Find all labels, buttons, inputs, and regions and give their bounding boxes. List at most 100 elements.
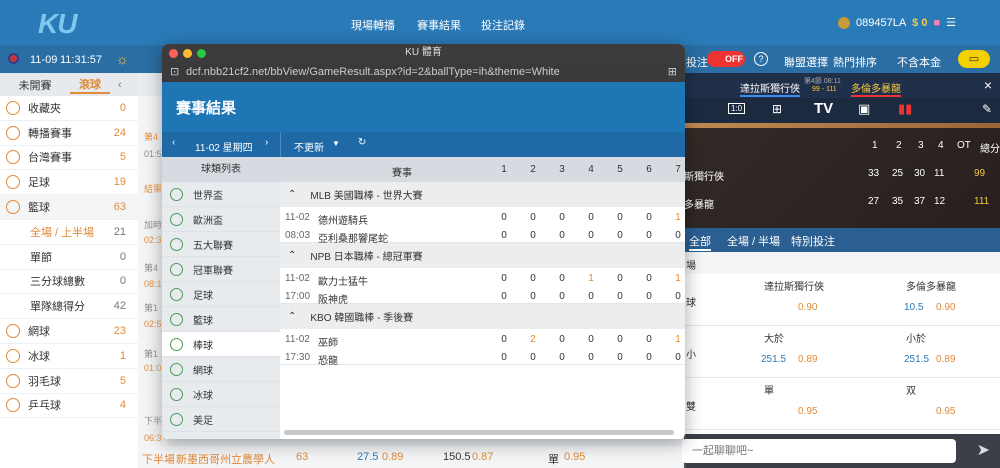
bottom-odd[interactable]: 150.5 — [443, 451, 471, 463]
sidebar-subitem-label: 單隊總得分 — [30, 301, 85, 314]
market-right-odds[interactable]: 0.89 — [936, 354, 955, 365]
market-right-odds[interactable]: 0.90 — [936, 302, 955, 313]
close-icon[interactable]: × — [984, 77, 992, 93]
tab-special[interactable]: 特別投注 — [791, 233, 835, 249]
cart-icon[interactable]: ▭ — [958, 50, 990, 68]
category-item[interactable]: 美足 — [162, 407, 280, 432]
court-icon[interactable]: ⊞ — [772, 102, 782, 116]
bottom-odd[interactable]: 單 — [548, 451, 559, 467]
sidebar-item[interactable]: 羽毛球 5 — [0, 369, 138, 394]
category-item[interactable]: 冰球 — [162, 382, 280, 407]
market-left-line[interactable]: 251.5 — [761, 354, 786, 365]
market-left-odds[interactable]: 0.89 — [798, 354, 817, 365]
category-header: 球類列表 — [162, 157, 280, 182]
account-id: 089457LA — [856, 16, 907, 29]
url-text[interactable]: dcf.nbb21cf2.net/bbView/GameResult.aspx?… — [186, 62, 560, 82]
bottom-odd[interactable]: 0.95 — [564, 451, 585, 463]
category-item[interactable]: 足球 — [162, 282, 280, 307]
pin-icon[interactable]: ✎ — [982, 102, 992, 116]
collapse-icon[interactable]: ⌃ — [288, 311, 296, 322]
refresh-select[interactable]: 不更新 — [294, 139, 324, 154]
ku-logo[interactable]: KU — [38, 8, 77, 40]
odds-toggle[interactable]: OFF — [707, 51, 745, 67]
nav-live[interactable]: 現場轉播 — [351, 17, 395, 33]
settings-icon[interactable]: ☰ — [946, 16, 956, 29]
category-item[interactable]: 籃球 — [162, 307, 280, 332]
sidebar-item-label: 籃球 — [28, 202, 50, 215]
tab-upcoming[interactable]: 未開賽 — [0, 77, 70, 93]
category-item[interactable]: 世界盃 — [162, 182, 280, 207]
sidebar-subitem[interactable]: 單節 0 — [0, 245, 138, 270]
horizontal-scrollbar[interactable] — [284, 430, 674, 435]
video-icon[interactable]: ▣ — [858, 101, 870, 117]
sidebar-item-count: 1 — [119, 349, 126, 362]
category-item[interactable]: 歐洲盃 — [162, 207, 280, 232]
sidebar-subitem[interactable]: 單隊總得分 42 — [0, 294, 138, 320]
market-right-odds[interactable]: 0.95 — [936, 406, 955, 417]
window-header: 賽事結果 — [162, 82, 685, 132]
sidebar-item[interactable]: 足球 19 — [0, 170, 138, 196]
nav-bet-records[interactable]: 投注記錄 — [481, 17, 525, 33]
partial-text: 第1 — [144, 349, 159, 359]
league-row[interactable]: ⌃ KBO 韓國職棒 - 季後賽 — [280, 304, 685, 329]
sidebar-item[interactable]: 台灣賽事 5 — [0, 146, 138, 171]
sidebar-subitem[interactable]: 全場 / 上半場 21 — [0, 220, 138, 245]
url-bar[interactable]: ⊡ dcf.nbb21cf2.net/bbView/GameResult.asp… — [162, 62, 685, 82]
next-date-icon[interactable]: › — [265, 137, 268, 148]
sidebar-subitem-label: 單節 — [30, 251, 52, 264]
stats-icon[interactable]: ▮▮ — [898, 101, 912, 117]
sidebar-item[interactable]: 收藏夾 0 — [0, 96, 138, 121]
category-item[interactable]: 網球 — [162, 357, 280, 382]
minimize-dot-icon[interactable] — [183, 49, 192, 58]
collapse-icon[interactable]: ⌃ — [288, 189, 296, 200]
send-icon[interactable]: ➤ — [977, 440, 990, 460]
nav-results[interactable]: 賽事結果 — [417, 17, 461, 33]
category-item[interactable]: 棒球 — [162, 332, 280, 357]
tv-icon[interactable]: TV — [814, 100, 833, 117]
bottom-odd[interactable]: 27.5 — [357, 451, 378, 463]
date-label[interactable]: 11-02 星期四 — [195, 139, 253, 154]
scoreboard-icon[interactable]: 1:0 — [728, 103, 746, 114]
gift-icon[interactable]: ■ — [933, 17, 940, 29]
sidebar-item[interactable]: 籃球 63 — [0, 195, 138, 220]
sidebar-item[interactable]: 轉播賽事 24 — [0, 121, 138, 146]
chat-input[interactable] — [682, 439, 956, 463]
score-col-header: 3 — [918, 140, 924, 151]
translate-icon[interactable]: ⊞ — [668, 62, 677, 82]
partial-text: 加時 — [144, 220, 163, 230]
close-dot-icon[interactable] — [169, 49, 178, 58]
market-right-line[interactable]: 251.5 — [904, 354, 929, 365]
sidebar-item[interactable]: 冰球 1 — [0, 344, 138, 369]
market-left-odds[interactable]: 0.95 — [798, 406, 817, 417]
chevron-down-icon[interactable]: ▼ — [332, 139, 340, 148]
tab-full-half[interactable]: 全場 / 半場 — [727, 233, 780, 249]
tab-live[interactable]: 滾球 — [70, 76, 110, 94]
sidebar-item-label: 轉播賽事 — [28, 127, 72, 140]
tab-all[interactable]: 全部 — [689, 233, 711, 251]
bottom-odd[interactable]: 0.87 — [472, 451, 493, 463]
prev-date-icon[interactable]: ‹ — [172, 137, 175, 148]
league-row[interactable]: ⌃ MLB 美國職棒 - 世界大賽 — [280, 182, 685, 207]
refresh-icon[interactable]: ↻ — [358, 137, 366, 148]
category-item[interactable]: 五大聯賽 — [162, 232, 280, 257]
sidebar-subitem[interactable]: 三分球總數 0 — [0, 270, 138, 295]
currency-select[interactable]: 不含本金 — [897, 54, 941, 70]
zoom-dot-icon[interactable] — [197, 49, 206, 58]
help-icon[interactable]: ? — [754, 52, 768, 66]
bottom-odd[interactable]: 0.89 — [382, 451, 403, 463]
collapse-icon[interactable]: ‹ — [118, 79, 122, 91]
category-item[interactable]: 冠軍聯賽 — [162, 257, 280, 282]
sort-select[interactable]: 熱門排序 — [833, 54, 877, 70]
market-right-line[interactable]: 10.5 — [904, 302, 923, 313]
inning-header: 2 — [530, 164, 536, 175]
sidebar-item-count: 24 — [113, 126, 126, 139]
collapse-icon[interactable]: ⌃ — [288, 250, 296, 261]
sidebar: 收藏夾 0 轉播賽事 24 台灣賽事 5 足球 19 籃球 63 全場 / 上半場 21 單節 0 三分球總… — [0, 96, 138, 468]
league-row[interactable]: ⌃ NPB 日本職棒 - 總冠軍賽 — [280, 243, 685, 268]
league-filter[interactable]: 聯盟選擇 — [784, 54, 828, 70]
sun-icon[interactable]: ☼ — [116, 51, 129, 67]
sidebar-item[interactable]: 網球 23 — [0, 319, 138, 344]
sidebar-item[interactable]: 乒乓球 4 — [0, 394, 138, 419]
bottom-row[interactable]: 下半場 新墨西哥州立農學人 63 27.5 0.89 150.5 0.87 單 … — [138, 446, 683, 468]
market-left-odds[interactable]: 0.90 — [798, 302, 817, 313]
